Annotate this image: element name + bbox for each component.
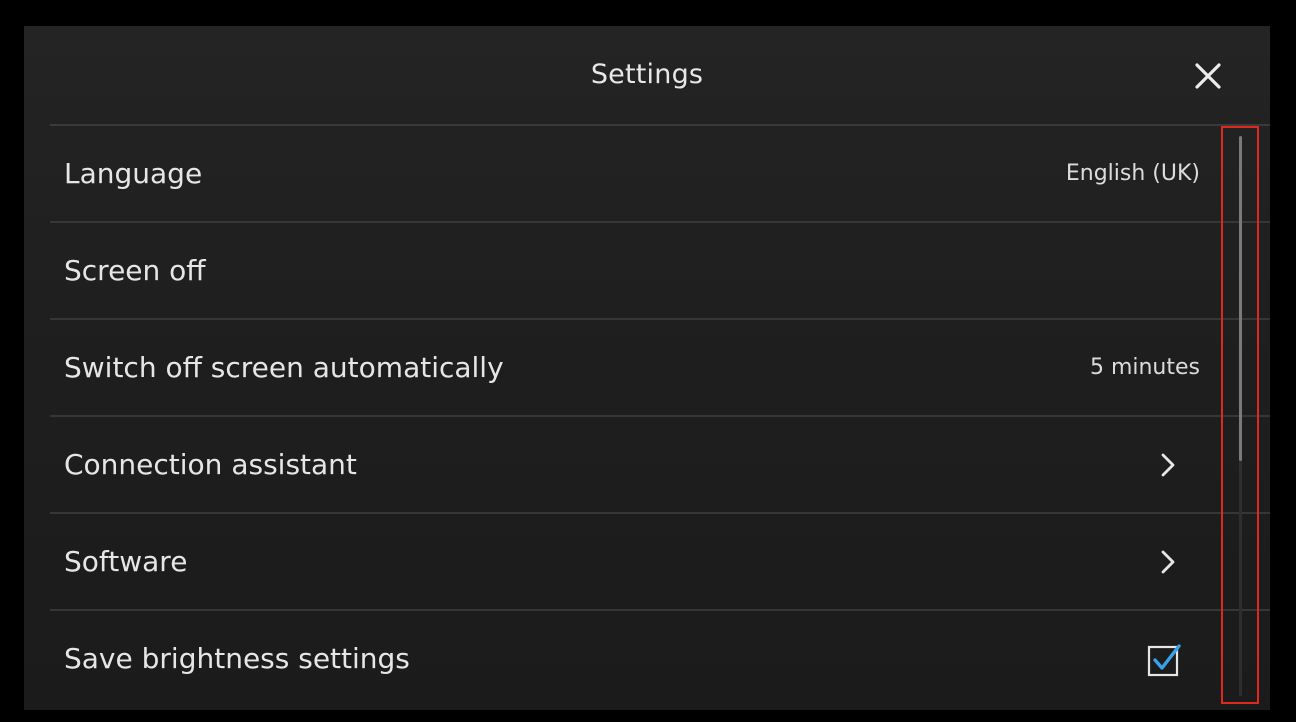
setting-label: Language (64, 157, 203, 190)
chevron-right-icon (1161, 550, 1175, 574)
setting-row-software[interactable]: Software (24, 514, 1270, 611)
setting-label: Switch off screen automatically (64, 351, 504, 384)
close-button[interactable] (1192, 60, 1224, 92)
setting-label: Connection assistant (64, 448, 357, 481)
settings-screen: Settings Language English (UK) Screen of… (24, 26, 1270, 710)
setting-row-switch-off-screen[interactable]: Switch off screen automatically 5 minute… (24, 320, 1270, 417)
settings-list: Language English (UK) Screen off Switch … (24, 126, 1270, 710)
chevron-right-icon (1161, 453, 1175, 477)
setting-label: Screen off (64, 254, 206, 287)
header: Settings (24, 26, 1270, 124)
setting-value: English (UK) (1065, 161, 1200, 186)
setting-label: Save brightness settings (64, 642, 410, 675)
scrollbar-highlight-box (1221, 126, 1259, 704)
close-icon (1195, 63, 1221, 89)
setting-row-save-brightness[interactable]: Save brightness settings (24, 611, 1270, 707)
setting-row-connection-assistant[interactable]: Connection assistant (24, 417, 1270, 514)
setting-label: Software (64, 545, 188, 578)
page-title: Settings (590, 59, 704, 90)
setting-value: 5 minutes (1089, 355, 1200, 380)
checkbox-checked-icon[interactable] (1146, 642, 1182, 678)
setting-row-screen-off[interactable]: Screen off (24, 223, 1270, 320)
setting-row-language[interactable]: Language English (UK) (24, 126, 1270, 223)
